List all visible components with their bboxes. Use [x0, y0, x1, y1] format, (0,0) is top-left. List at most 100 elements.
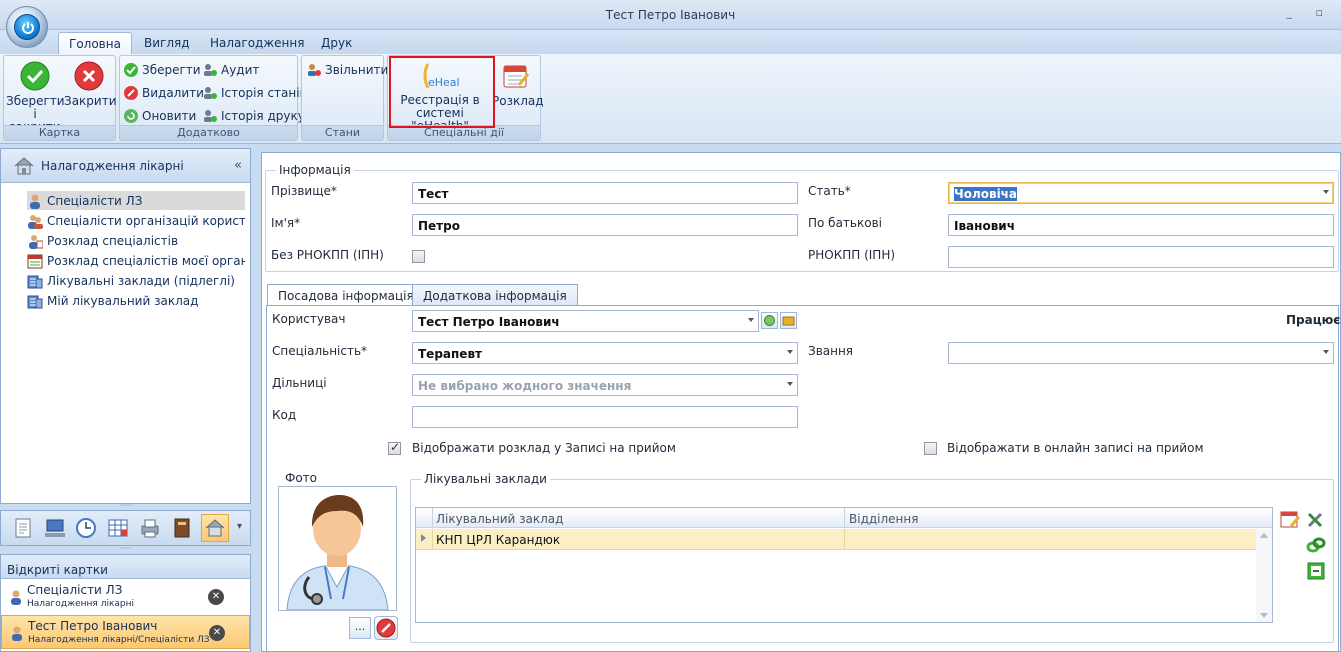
show-schedule-checkbox[interactable]: [388, 440, 401, 455]
dropdown-arrow-icon: [1323, 350, 1329, 354]
network-icon[interactable]: [44, 517, 66, 539]
districts-select[interactable]: Не вибрано жодного значення: [412, 374, 798, 396]
specialty-select[interactable]: Терапевт: [412, 342, 798, 364]
code-field[interactable]: [412, 406, 798, 428]
nav-item-subordinate-facilities[interactable]: Лікувальні заклади (підлеглі): [27, 271, 245, 290]
table-icon[interactable]: [107, 517, 129, 539]
check-icon: [20, 61, 50, 91]
home-icon: [14, 156, 34, 174]
user-value: Тест Петро Іванович: [418, 315, 560, 329]
rnokpp-field[interactable]: [948, 246, 1334, 268]
open-card-path: Налагодження лікарні/Спеціалісти ЛЗ: [28, 635, 210, 645]
save-button[interactable]: Зберегти: [123, 60, 201, 80]
districts-placeholder: Не вибрано жодного значення: [418, 379, 632, 393]
column-department[interactable]: Відділення: [849, 512, 918, 526]
tab-view[interactable]: Вигляд: [134, 32, 200, 54]
tab-position-info[interactable]: Посадова інформація: [267, 284, 425, 307]
nav-item-org-specialists[interactable]: Спеціалісти організацій користувач: [27, 211, 245, 230]
schedule-button[interactable]: Розклад: [492, 58, 544, 108]
doctor-schedule-icon: [29, 234, 43, 249]
document-icon[interactable]: [12, 517, 34, 539]
tab-additional-info[interactable]: Додаткова інформація: [412, 284, 578, 306]
rank-select[interactable]: [948, 342, 1334, 364]
power-icon: [14, 14, 40, 40]
nav-item-label: Розклад спеціалістів: [47, 233, 179, 248]
refresh-button[interactable]: Оновити: [123, 106, 196, 126]
link-icon[interactable]: [1305, 534, 1327, 556]
specialty-value: Терапевт: [418, 347, 482, 361]
dropdown-arrow-icon: [787, 382, 793, 386]
gender-value: Чоловіча: [954, 187, 1018, 201]
nav-item-schedule[interactable]: Розклад спеціалістів: [27, 231, 245, 250]
delete-label: Видалити: [142, 86, 204, 100]
navigation-title: Налагодження лікарні: [41, 158, 184, 173]
app-menu-button[interactable]: [6, 6, 48, 48]
close-button[interactable]: Закрити: [64, 58, 117, 108]
surname-field[interactable]: Тест: [412, 182, 798, 204]
user-select[interactable]: Тест Петро Іванович: [412, 310, 759, 332]
strip-more-button[interactable]: ▾: [237, 521, 242, 532]
save-close-button[interactable]: Зберегти і закрити: [6, 58, 65, 134]
tab-print[interactable]: Друк: [311, 32, 362, 54]
column-facility[interactable]: Лікувальний заклад: [436, 512, 563, 526]
user-refresh-button[interactable]: [761, 312, 778, 329]
show-online-checkbox[interactable]: [924, 442, 937, 455]
delete-photo-button[interactable]: [374, 616, 398, 640]
open-card-item[interactable]: Спеціалісти ЛЗ Налагодження лікарні ✕: [1, 580, 250, 614]
nav-item-label: Мій лікувальний заклад: [47, 293, 199, 308]
calendar-icon: [27, 254, 43, 268]
nav-item-specialists[interactable]: Спеціалісти ЛЗ: [27, 191, 245, 210]
ribbon-group-card-label: Картка: [4, 125, 115, 140]
folder-icon: [782, 316, 795, 326]
audit-label: Аудит: [221, 63, 260, 77]
clock-monitor-icon[interactable]: [75, 517, 97, 539]
printer-icon[interactable]: [139, 517, 161, 539]
tab-home[interactable]: Головна: [58, 32, 132, 54]
audit-button[interactable]: Аудит: [202, 60, 259, 80]
save-close-label-1: Зберегти: [6, 94, 65, 108]
nav-item-my-facility[interactable]: Мій лікувальний заклад: [27, 291, 245, 310]
open-cards-header: Відкриті картки: [1, 555, 250, 579]
dismiss-button[interactable]: Звільнити: [306, 60, 388, 80]
name-field[interactable]: Петро: [412, 214, 798, 236]
schedule-label: Розклад: [492, 94, 544, 108]
refresh-icon: [124, 109, 138, 123]
nav-item-my-org-schedule[interactable]: Розклад спеціалістів моєї організац: [27, 251, 245, 270]
table-row[interactable]: КНП ЦРЛ Карандюк: [416, 529, 1256, 550]
open-card-item-active[interactable]: Тест Петро Іванович Налагодження лікарні…: [1, 615, 250, 649]
user-open-button[interactable]: [780, 312, 797, 329]
tab-setup[interactable]: Налагодження: [200, 32, 314, 54]
no-rnokpp-checkbox[interactable]: [412, 250, 425, 263]
photo-frame: [278, 486, 397, 611]
panel-splitter[interactable]: ·····: [0, 545, 251, 554]
facilities-grid-header: Лікувальний заклад Відділення: [416, 508, 1272, 528]
doctor-icon: [30, 194, 40, 209]
close-card-icon[interactable]: ✕: [208, 589, 224, 605]
tools-icon[interactable]: [1305, 508, 1327, 530]
ribbon-tabbar: Головна Вигляд Налагодження Друк: [0, 30, 1341, 54]
gender-select[interactable]: Чоловіча: [948, 182, 1334, 204]
close-card-icon[interactable]: ✕: [209, 625, 225, 641]
employment-status: Працює: [1286, 313, 1341, 327]
edit-schedule-icon[interactable]: [1279, 508, 1301, 530]
grid-scrollbar[interactable]: [1256, 529, 1272, 622]
print-history-label: Історія друку: [221, 109, 305, 123]
patronymic-field[interactable]: Іванович: [948, 214, 1334, 236]
state-history-button[interactable]: Історія станів: [202, 83, 307, 103]
delete-button[interactable]: Видалити: [123, 83, 204, 103]
open-card-path: Налагодження лікарні: [27, 599, 134, 609]
collapse-panel-button[interactable]: «: [234, 158, 242, 173]
facilities-grid: Лікувальний заклад Відділення КНП ЦРЛ Ка…: [415, 507, 1273, 623]
home-strip-button[interactable]: [201, 514, 229, 542]
ribbon-group-states: Звільнити Стани: [301, 55, 388, 141]
export-icon[interactable]: [1305, 560, 1327, 582]
dismiss-label: Звільнити: [325, 63, 389, 77]
book-icon[interactable]: [171, 517, 193, 539]
browse-photo-button[interactable]: ...: [349, 617, 371, 639]
print-history-button[interactable]: Історія друку: [202, 106, 305, 126]
show-online-label: Відображати в онлайн записі на прийом: [947, 441, 1204, 455]
doctor-avatar-icon: [286, 495, 389, 611]
window-controls[interactable]: _ ▫: [1287, 6, 1333, 19]
save-label: Зберегти: [142, 63, 201, 77]
ribbon: Зберегти і закрити Закрити Картка Зберег…: [0, 54, 1341, 144]
